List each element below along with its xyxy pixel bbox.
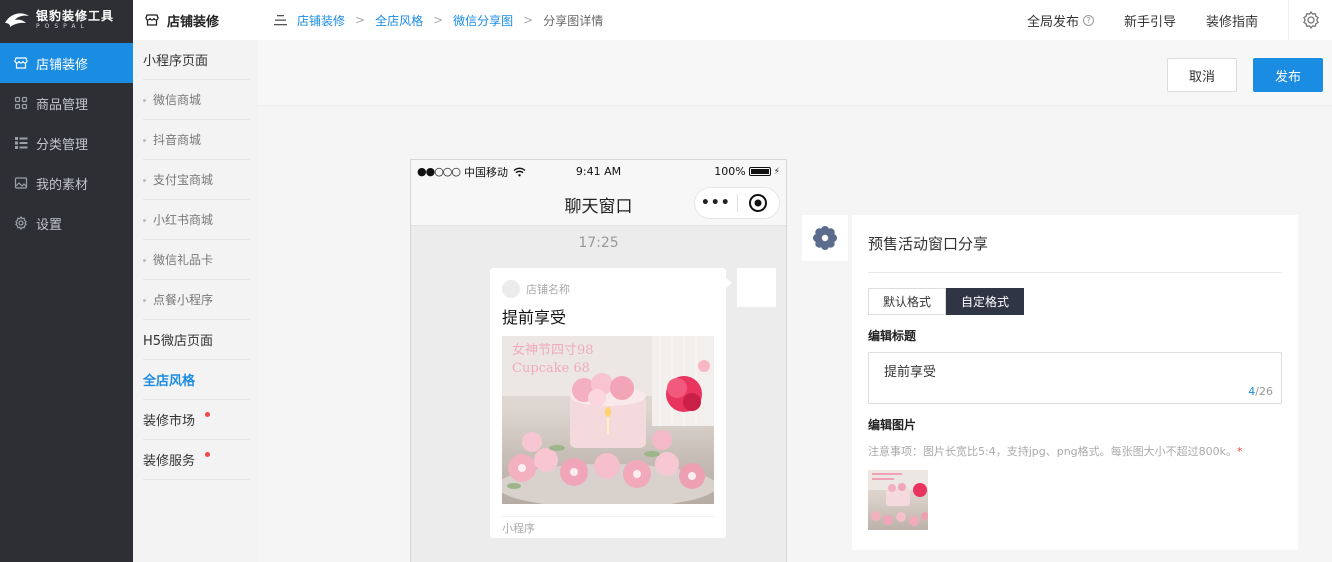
status-time: 9:41 AM (575, 165, 622, 178)
share-settings-panel: 预售活动窗口分享 默认格式 自定格式 编辑标题 提前享受 4/26 编辑图片 注… (852, 215, 1298, 550)
breadcrumb-separator: > (433, 13, 444, 27)
shop-name: 店铺名称 (526, 283, 570, 296)
thumbnail-photo (868, 470, 928, 526)
miniprogram-capsule: ••• (694, 187, 780, 219)
breadcrumb-wechat-share-image[interactable]: 微信分享图 (453, 12, 513, 29)
main-nav-label: 店铺装修 (36, 57, 89, 73)
brand-sub: POSPAL (36, 23, 89, 30)
global-publish-label: 全局发布 (1026, 14, 1079, 30)
beginner-guide-link[interactable]: 新手引导 (1124, 11, 1176, 30)
format-tabs: 默认格式 自定格式 (868, 288, 1282, 315)
sidebar-item-store-style[interactable]: 全店风格 (143, 360, 250, 400)
sidebar-item-wechat-giftcard[interactable]: 微信礼品卡 (143, 240, 250, 280)
secondary-sidebar-title: 店铺装修 (167, 14, 220, 30)
store-icon (145, 14, 159, 26)
share-card-title: 提前享受 (502, 308, 567, 327)
menu-icon[interactable] (274, 14, 287, 26)
sidebar-item-miniprogram-pages[interactable]: 小程序页面 (143, 40, 250, 80)
notification-dot (205, 452, 210, 457)
sidebar-item-decor-service[interactable]: 装修服务 (143, 440, 250, 480)
edit-image-label: 编辑图片 (868, 418, 917, 432)
grid-icon (14, 96, 28, 110)
leopard-logo-icon (5, 13, 29, 27)
tab-default-format[interactable]: 默认格式 (868, 288, 947, 315)
brand-logo[interactable]: 银豹装修工具 POSPAL (0, 0, 133, 40)
close-target-icon[interactable] (738, 193, 780, 213)
edit-title-label: 编辑标题 (868, 329, 917, 343)
sidebar-item-wechat-mall[interactable]: 微信商城 (143, 80, 250, 120)
main-nav-settings[interactable]: 设置 (0, 203, 133, 243)
required-star: * (1237, 445, 1243, 458)
cake-image-text-line: Cupcake 68 (512, 361, 590, 376)
more-dots-icon[interactable]: ••• (695, 195, 737, 211)
tab-custom-format[interactable]: 自定格式 (946, 288, 1025, 315)
breadcrumb-separator: > (523, 13, 534, 27)
sidebar-item-h5-pages[interactable]: H5微店页面 (143, 320, 250, 360)
breadcrumb-current: 分享图详情 (543, 13, 604, 28)
title-value: 提前享受 (884, 365, 937, 380)
cancel-button[interactable]: 取消 (1167, 58, 1237, 92)
store-icon (14, 57, 28, 69)
note-text: 注意事项：图片长宽比5:4，支持jpg、png格式。每张图大小不超过800k。 (868, 445, 1238, 458)
share-card-footer: 小程序 (502, 516, 714, 536)
phone-nav-bar: 聊天窗口 ••• (411, 183, 786, 226)
cake-image-text-line: 女神节四寸98 (512, 343, 594, 358)
phone-status-bar: ●●○○○ 中国移动 9:41 AM 100% ⚡ (411, 160, 786, 183)
sidebar-item-label: 装修服务 (143, 454, 196, 469)
action-bar: 取消 发布 (258, 40, 1332, 106)
breadcrumb: 店铺装修 > 全店风格 > 微信分享图 > 分享图详情 (274, 12, 603, 29)
gear-icon (1302, 10, 1319, 30)
main-nav-label: 我的素材 (36, 177, 89, 193)
share-card-image: 女神节四寸98 Cupcake 68 (502, 336, 714, 504)
top-bar: 店铺装修 > 全店风格 > 微信分享图 > 分享图详情 全局发布 ? 新手引导 … (258, 0, 1332, 40)
image-icon (14, 177, 28, 189)
share-image-thumbnail[interactable] (868, 470, 928, 530)
global-publish-link[interactable]: 全局发布 ? (1027, 11, 1094, 30)
sidebar-item-douyin-mall[interactable]: 抖音商城 (143, 120, 250, 160)
publish-button[interactable]: 发布 (1253, 58, 1323, 92)
sidebar-item-decor-market[interactable]: 装修市场 (143, 400, 250, 440)
main-sidebar: 银豹装修工具 POSPAL 店铺装修 商品管理 分类管理 我的素材 设置 (0, 0, 133, 562)
list-icon (15, 137, 28, 149)
main-nav-store-decor[interactable]: 店铺装修 (0, 43, 133, 83)
panel-title: 预售活动窗口分享 (868, 215, 1282, 273)
image-requirements-note: 注意事项：图片长宽比5:4，支持jpg、png格式。每张图大小不超过800k。* (868, 443, 1282, 459)
char-counter: 4/26 (1248, 385, 1273, 398)
main-nav-materials[interactable]: 我的素材 (0, 163, 133, 203)
secondary-sidebar: 店铺装修 小程序页面 微信商城 抖音商城 支付宝商城 小红书商城 微信礼品卡 点… (133, 0, 258, 562)
help-icon[interactable]: ? (1082, 14, 1094, 26)
breadcrumb-separator: > (355, 13, 366, 27)
breadcrumb-store-style[interactable]: 全店风格 (375, 12, 423, 29)
secondary-sidebar-header: 店铺装修 (133, 0, 258, 40)
sidebar-item-xiaohongshu-mall[interactable]: 小红书商城 (143, 200, 250, 240)
settings-icon (15, 216, 27, 230)
sidebar-item-alipay-mall[interactable]: 支付宝商城 (143, 160, 250, 200)
phone-preview: ●●○○○ 中国移动 9:41 AM 100% ⚡ 聊天窗口 ••• 17:25… (410, 159, 787, 562)
settings-gear-button[interactable] (1288, 0, 1332, 40)
user-avatar (737, 268, 776, 307)
chat-window-title: 聊天窗口 (564, 196, 633, 217)
shop-line: 店铺名称 (502, 280, 714, 298)
component-settings-button[interactable] (802, 215, 848, 261)
main-nav-products[interactable]: 商品管理 (0, 83, 133, 123)
sidebar-item-label: 装修市场 (143, 414, 196, 429)
top-right-actions: 全局发布 ? 新手引导 装修指南 (1027, 0, 1332, 40)
brand-name: 银豹装修工具 (36, 9, 115, 23)
main-nav-categories[interactable]: 分类管理 (0, 123, 133, 163)
main-nav-label: 商品管理 (36, 97, 89, 113)
main-nav-label: 分类管理 (36, 137, 89, 153)
shop-avatar (502, 280, 520, 298)
breadcrumb-store-decor[interactable]: 店铺装修 (297, 12, 345, 29)
cake-image-overlay-text: 女神节四寸98 Cupcake 68 (512, 342, 594, 378)
notification-dot (205, 412, 210, 417)
sidebar-item-ordering-miniprogram[interactable]: 点餐小程序 (143, 280, 250, 320)
decor-manual-link[interactable]: 装修指南 (1206, 11, 1258, 30)
char-count-max: /26 (1255, 385, 1273, 398)
title-textarea[interactable]: 提前享受 4/26 (868, 352, 1282, 404)
main-nav-label: 设置 (36, 217, 63, 233)
flower-gear-icon (813, 226, 837, 250)
share-card[interactable]: 店铺名称 提前享受 女神节四寸98 Cupcake 68 小程序 (490, 268, 732, 538)
chat-timestamp: 17:25 (578, 235, 619, 251)
